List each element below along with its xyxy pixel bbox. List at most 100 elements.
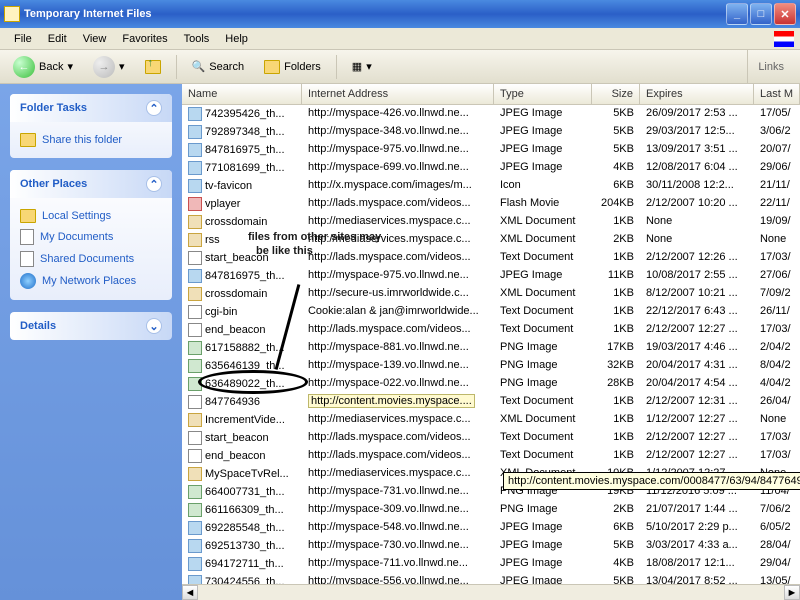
file-last: 4/04/2 xyxy=(754,376,800,392)
file-size: 11KB xyxy=(592,268,640,284)
file-row[interactable]: 730424556_th...http://myspace-556.vo.lln… xyxy=(182,573,800,584)
panel-header-details[interactable]: Details⌄ xyxy=(10,312,172,340)
place-icon xyxy=(20,229,34,245)
file-row[interactable]: rsshttp://mediaservices.myspace.c...XML … xyxy=(182,231,800,249)
file-row[interactable]: 847764936http://content.movies.myspace..… xyxy=(182,393,800,411)
file-row[interactable]: start_beaconhttp://lads.myspace.com/vide… xyxy=(182,249,800,267)
file-expires: 3/03/2017 4:33 a... xyxy=(640,538,754,554)
file-type: JPEG Image xyxy=(494,538,592,554)
menu-view[interactable]: View xyxy=(75,31,115,47)
file-type-icon xyxy=(188,161,202,175)
file-row[interactable]: IncrementVide...http://mediaservices.mys… xyxy=(182,411,800,429)
file-row[interactable]: cgi-binCookie:alan & jan@imrworldwide...… xyxy=(182,303,800,321)
horizontal-scrollbar[interactable]: ◄ ► xyxy=(182,584,800,600)
search-label: Search xyxy=(209,61,244,73)
file-row[interactable]: 692285548_th...http://myspace-548.vo.lln… xyxy=(182,519,800,537)
file-row[interactable]: 694172711_th...http://myspace-711.vo.lln… xyxy=(182,555,800,573)
file-row[interactable]: 692513730_th...http://myspace-730.vo.lln… xyxy=(182,537,800,555)
file-last: 17/03/ xyxy=(754,430,800,446)
views-button[interactable]: ▦ ▾ xyxy=(345,56,379,77)
file-type-icon xyxy=(188,413,202,427)
file-size: 1KB xyxy=(592,286,640,302)
file-type: JPEG Image xyxy=(494,160,592,176)
file-type-icon xyxy=(188,269,202,283)
file-address: http://myspace-556.vo.llnwd.ne... xyxy=(302,574,494,584)
file-row[interactable]: 661166309_th...http://myspace-309.vo.lln… xyxy=(182,501,800,519)
file-row[interactable]: 742395426_th...http://myspace-426.vo.lln… xyxy=(182,105,800,123)
file-row[interactable]: 792897348_th...http://myspace-348.vo.lln… xyxy=(182,123,800,141)
other-place-link[interactable]: My Network Places xyxy=(20,270,162,292)
window-title: Temporary Internet Files xyxy=(24,8,724,20)
collapse-icon[interactable]: ⌃ xyxy=(146,100,162,116)
other-place-link[interactable]: My Documents xyxy=(20,226,162,248)
menu-edit[interactable]: Edit xyxy=(40,31,75,47)
minimize-button[interactable]: _ xyxy=(726,3,748,25)
file-row[interactable]: 617158882_th...http://myspace-881.vo.lln… xyxy=(182,339,800,357)
menu-tools[interactable]: Tools xyxy=(176,31,218,47)
search-button[interactable]: 🔍Search xyxy=(185,56,252,77)
header-name[interactable]: Name xyxy=(182,84,302,104)
links-panel[interactable]: Links xyxy=(747,50,794,83)
file-address: http://myspace-309.vo.llnwd.ne... xyxy=(302,502,494,518)
file-name: end_beacon xyxy=(205,324,266,336)
maximize-button[interactable]: □ xyxy=(750,3,772,25)
menu-favorites[interactable]: Favorites xyxy=(114,31,175,47)
panel-header-other-places[interactable]: Other Places ⌃ xyxy=(10,170,172,198)
file-row[interactable]: crossdomainhttp://mediaservices.myspace.… xyxy=(182,213,800,231)
file-type: JPEG Image xyxy=(494,520,592,536)
file-rows: 742395426_th...http://myspace-426.vo.lln… xyxy=(182,105,800,584)
file-type-icon xyxy=(188,125,202,139)
file-expires: 18/08/2017 12:1... xyxy=(640,556,754,572)
back-label: Back xyxy=(39,61,63,73)
scroll-track[interactable] xyxy=(198,585,784,600)
file-size: 1KB xyxy=(592,250,640,266)
menu-file[interactable]: File xyxy=(6,31,40,47)
file-row[interactable]: end_beaconhttp://lads.myspace.com/videos… xyxy=(182,447,800,465)
file-row[interactable]: end_beaconhttp://lads.myspace.com/videos… xyxy=(182,321,800,339)
file-expires: 20/04/2017 4:54 ... xyxy=(640,376,754,392)
file-row[interactable]: 847816975_th...http://myspace-975.vo.lln… xyxy=(182,267,800,285)
file-expires: 2/12/2007 12:31 ... xyxy=(640,394,754,410)
scroll-left-button[interactable]: ◄ xyxy=(182,585,198,600)
file-row[interactable]: 636489022_th...http://myspace-022.vo.lln… xyxy=(182,375,800,393)
file-type: Text Document xyxy=(494,448,592,464)
file-row[interactable]: start_beaconhttp://lads.myspace.com/vide… xyxy=(182,429,800,447)
collapse-icon[interactable]: ⌃ xyxy=(146,176,162,192)
back-button[interactable]: ←Back ▾ xyxy=(6,52,80,82)
file-row[interactable]: 635646139_th...http://myspace-139.vo.lln… xyxy=(182,357,800,375)
forward-button[interactable]: → ▾ xyxy=(86,52,132,82)
close-button[interactable]: ✕ xyxy=(774,3,796,25)
file-row[interactable]: vplayerhttp://lads.myspace.com/videos...… xyxy=(182,195,800,213)
other-place-link[interactable]: Local Settings xyxy=(20,206,162,226)
other-place-link[interactable]: Shared Documents xyxy=(20,248,162,270)
file-expires: 2/12/2007 12:26 ... xyxy=(640,250,754,266)
header-expires[interactable]: Expires xyxy=(640,84,754,104)
header-last-modified[interactable]: Last M xyxy=(754,84,800,104)
header-size[interactable]: Size xyxy=(592,84,640,104)
back-arrow-icon: ← xyxy=(13,56,35,78)
file-expires: 30/11/2008 12:2... xyxy=(640,178,754,194)
menu-help[interactable]: Help xyxy=(217,31,256,47)
file-type: PNG Image xyxy=(494,358,592,374)
share-folder-link[interactable]: Share this folder xyxy=(20,130,162,150)
link-label: My Network Places xyxy=(42,275,136,287)
file-size: 5KB xyxy=(592,538,640,554)
expand-icon[interactable]: ⌄ xyxy=(146,318,162,334)
header-internet-address[interactable]: Internet Address xyxy=(302,84,494,104)
scroll-right-button[interactable]: ► xyxy=(784,585,800,600)
file-name: 847764936 xyxy=(205,396,260,408)
panel-title: Other Places xyxy=(20,178,87,190)
file-name: 694172711_th... xyxy=(205,558,284,570)
file-row[interactable]: crossdomainhttp://secure-us.imrworldwide… xyxy=(182,285,800,303)
up-button[interactable]: ↑ xyxy=(138,56,168,78)
file-row[interactable]: tv-faviconhttp://x.myspace.com/images/m.… xyxy=(182,177,800,195)
panel-header-folder-tasks[interactable]: Folder Tasks⌃ xyxy=(10,94,172,122)
folders-button[interactable]: Folders xyxy=(257,56,328,78)
place-icon xyxy=(20,273,36,289)
header-type[interactable]: Type xyxy=(494,84,592,104)
file-row[interactable]: 771081699_th...http://myspace-699.vo.lln… xyxy=(182,159,800,177)
titlebar[interactable]: Temporary Internet Files _ □ ✕ xyxy=(0,0,800,28)
file-last: 20/07/ xyxy=(754,142,800,158)
file-type: JPEG Image xyxy=(494,268,592,284)
file-row[interactable]: 847816975_th...http://myspace-975.vo.lln… xyxy=(182,141,800,159)
